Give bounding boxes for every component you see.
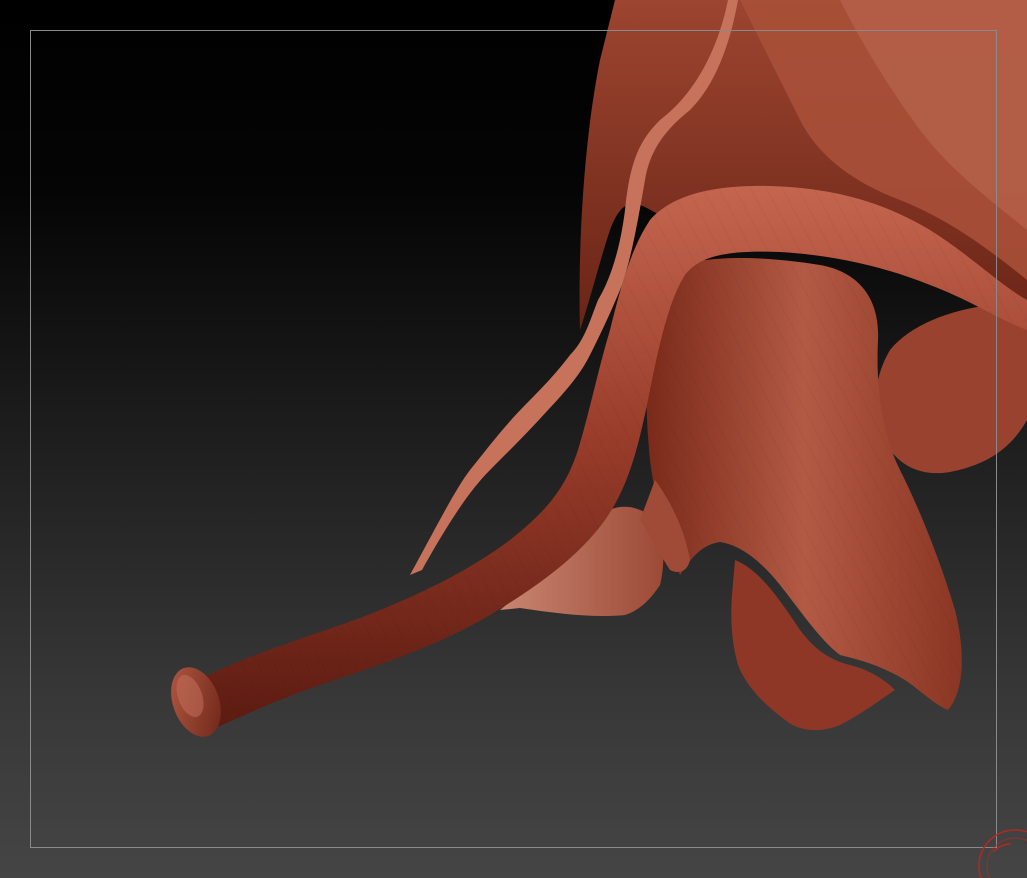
sculpt-viewport[interactable] [0,0,1027,878]
flower-right-lobe [875,305,1027,474]
navigation-gyro-icon[interactable] [975,826,1027,878]
model-canvas[interactable] [0,0,1027,878]
